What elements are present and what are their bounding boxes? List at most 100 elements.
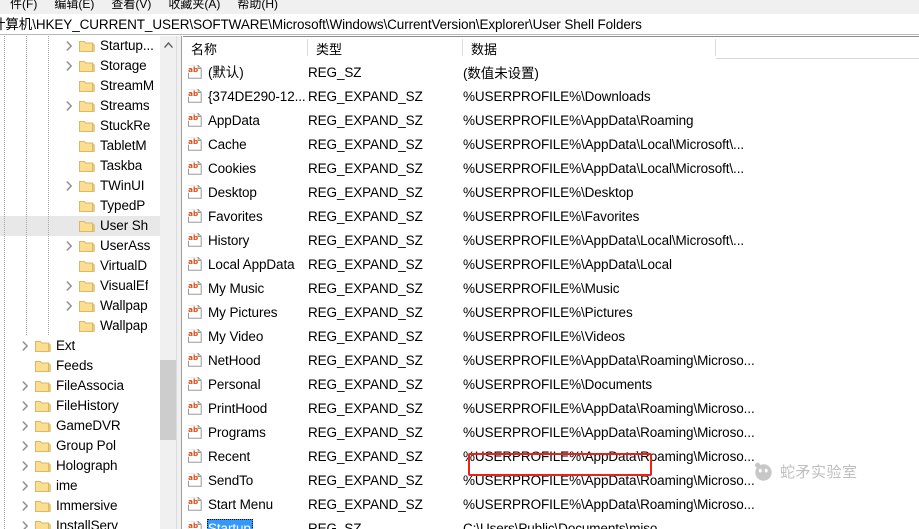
chevron-right-icon[interactable] [18, 436, 33, 456]
table-row[interactable]: ab My Pictures REG_EXPAND_SZ %USERPROFILE%\… [183, 300, 919, 324]
chevron-right-icon[interactable] [18, 516, 33, 529]
table-row[interactable]: ab {374DE290-12... REG_EXPAND_SZ %USERPROFI… [183, 84, 919, 108]
tree-item-streamm[interactable]: StreamM [0, 76, 160, 96]
chevron-right-icon[interactable] [18, 376, 33, 396]
table-row[interactable]: ab SendTo REG_EXPAND_SZ %USERPROFILE%\AppDa… [183, 468, 919, 492]
menu-edit[interactable]: 编辑(E) [46, 0, 103, 14]
column-type[interactable]: 类型 [308, 37, 463, 59]
chevron-up-icon[interactable] [160, 36, 176, 53]
value-name-cell[interactable]: ab Local AppData [183, 252, 297, 276]
value-name-cell[interactable]: ab Personal [183, 372, 262, 396]
value-name-cell[interactable]: ab NetHood [183, 348, 263, 372]
menu-favorites[interactable]: 收藏夹(A) [160, 0, 229, 14]
chevron-right-icon[interactable] [18, 396, 33, 416]
tree-item-storage[interactable]: Storage [0, 56, 160, 76]
tree-item-userass[interactable]: UserAss [0, 236, 160, 256]
table-row[interactable]: ab My Video REG_EXPAND_SZ %USERPROFILE%\Vid… [183, 324, 919, 348]
table-row[interactable]: ab Startup REG_SZ C:\Users\Public\Documents… [183, 516, 919, 529]
menu-file[interactable]: 件(F) [2, 0, 46, 14]
tree-item-wallpap[interactable]: Wallpap [0, 316, 160, 336]
tree-item-group-pol[interactable]: Group Pol [0, 436, 160, 456]
column-data[interactable]: 数据 [463, 37, 716, 59]
tree-vertical-scrollbar[interactable] [160, 36, 176, 529]
chevron-right-icon[interactable] [62, 176, 77, 196]
chevron-right-icon[interactable] [62, 276, 77, 296]
table-row[interactable]: ab My Music REG_EXPAND_SZ %USERPROFILE%\Mus… [183, 276, 919, 300]
menu-view[interactable]: 查看(V) [103, 0, 160, 14]
table-row[interactable]: ab Personal REG_EXPAND_SZ %USERPROFILE%\Doc… [183, 372, 919, 396]
chevron-right-icon[interactable] [18, 476, 33, 496]
tree-item-installserv[interactable]: InstallServ [0, 516, 160, 529]
table-row[interactable]: ab Cache REG_EXPAND_SZ %USERPROFILE%\AppDat… [183, 132, 919, 156]
table-row[interactable]: ab Programs REG_EXPAND_SZ %USERPROFILE%\App… [183, 420, 919, 444]
value-name-cell[interactable]: ab Start Menu [183, 492, 275, 516]
table-row[interactable]: ab (默认) REG_SZ (数值未设置) [183, 60, 919, 84]
tree-item-tabletm[interactable]: TabletM [0, 136, 160, 156]
tree-item-taskba[interactable]: Taskba [0, 156, 160, 176]
chevron-right-icon[interactable] [62, 236, 77, 256]
table-row[interactable]: ab Desktop REG_EXPAND_SZ %USERPROFILE%\Desk… [183, 180, 919, 204]
value-name-cell[interactable]: ab Startup [183, 516, 253, 529]
table-row[interactable]: ab Local AppData REG_EXPAND_SZ %USERPROFILE… [183, 252, 919, 276]
value-name-cell[interactable]: ab History [183, 228, 251, 252]
column-name[interactable]: 名称 [183, 37, 308, 59]
value-name-cell[interactable]: ab Favorites [183, 204, 265, 228]
value-name-cell[interactable]: ab {374DE290-12... [183, 84, 308, 108]
tree-item-holograph[interactable]: Holograph [0, 456, 160, 476]
tree-item-streams[interactable]: Streams [0, 96, 160, 116]
value-name-cell[interactable]: ab Recent [183, 444, 252, 468]
tree-item-visualef[interactable]: VisualEf [0, 276, 160, 296]
table-row[interactable]: ab PrintHood REG_EXPAND_SZ %USERPROFILE%\Ap… [183, 396, 919, 420]
value-name-cell[interactable]: ab My Pictures [183, 300, 279, 324]
tree-item-filehistory[interactable]: FileHistory [0, 396, 160, 416]
value-name-cell[interactable]: ab AppData [183, 108, 262, 132]
tree-item-typedp[interactable]: TypedP [0, 196, 160, 216]
table-row[interactable]: ab Favorites REG_EXPAND_SZ %USERPROFILE%\Fa… [183, 204, 919, 228]
table-row[interactable]: ab Recent REG_EXPAND_SZ %USERPROFILE%\AppDa… [183, 444, 919, 468]
table-row[interactable]: ab History REG_EXPAND_SZ %USERPROFILE%\AppD… [183, 228, 919, 252]
value-name-cell[interactable]: ab PrintHood [183, 396, 269, 420]
value-name-cell[interactable]: ab Desktop [183, 180, 259, 204]
chevron-right-icon[interactable] [62, 56, 77, 76]
chevron-right-icon[interactable] [62, 296, 77, 316]
chevron-right-icon[interactable] [18, 336, 33, 356]
tree-item-user-sh[interactable]: User Sh [0, 216, 160, 236]
value-name-cell[interactable]: ab Cache [183, 132, 249, 156]
tree-item-wallpap[interactable]: Wallpap [0, 296, 160, 316]
tree-item-virtuald[interactable]: VirtualD [0, 256, 160, 276]
chevron-right-icon[interactable] [18, 456, 33, 476]
tree-item-gamedvr[interactable]: GameDVR [0, 416, 160, 436]
value-name-cell[interactable]: ab SendTo [183, 468, 255, 492]
chevron-right-icon[interactable] [62, 96, 77, 116]
table-row[interactable]: ab Start Menu REG_EXPAND_SZ %USERPROFILE%\A… [183, 492, 919, 516]
tree-item-ime[interactable]: ime [0, 476, 160, 496]
tree-item-twinui[interactable]: TWinUI [0, 176, 160, 196]
address-bar[interactable]: 计算机\HKEY_CURRENT_USER\SOFTWARE\Microsoft… [0, 14, 919, 35]
chevron-right-icon[interactable] [18, 416, 33, 436]
pane-splitter[interactable] [176, 36, 182, 529]
value-name-cell[interactable]: ab Programs [183, 420, 268, 444]
menu-help[interactable]: 帮助(H) [229, 0, 287, 14]
tree-item-immersive[interactable]: Immersive [0, 496, 160, 516]
tree-item-feeds[interactable]: Feeds [0, 356, 160, 376]
registry-tree-pane[interactable]: Startup... Storage StreamM Streams StuckRe Ta… [0, 36, 176, 529]
svg-text:ab: ab [188, 137, 198, 146]
tree-item-stuckre[interactable]: StuckRe [0, 116, 160, 136]
tree-scrollbar-thumb[interactable] [160, 360, 176, 440]
tree-item-label: ime [56, 478, 78, 493]
value-name-cell[interactable]: ab Cookies [183, 156, 258, 180]
value-name-cell[interactable]: ab (默认) [183, 60, 246, 84]
chevron-right-icon[interactable] [62, 36, 77, 56]
registry-values-pane[interactable]: 名称 类型 数据 ab (默认) REG_SZ (数值未设置) ab {374DE290-12… [183, 36, 919, 529]
table-row[interactable]: ab NetHood REG_EXPAND_SZ %USERPROFILE%\AppD… [183, 348, 919, 372]
table-row[interactable]: ab Cookies REG_EXPAND_SZ %USERPROFILE%\AppD… [183, 156, 919, 180]
value-type-cell: REG_EXPAND_SZ [308, 136, 423, 152]
tree-item-startup-[interactable]: Startup... [0, 36, 160, 56]
chevron-right-icon[interactable] [18, 496, 33, 516]
value-name-cell[interactable]: ab My Video [183, 324, 265, 348]
tree-item-ext[interactable]: Ext [0, 336, 160, 356]
value-type-cell: REG_EXPAND_SZ [308, 112, 423, 128]
table-row[interactable]: ab AppData REG_EXPAND_SZ %USERPROFILE%\AppD… [183, 108, 919, 132]
tree-item-fileassocia[interactable]: FileAssocia [0, 376, 160, 396]
value-name-cell[interactable]: ab My Music [183, 276, 266, 300]
